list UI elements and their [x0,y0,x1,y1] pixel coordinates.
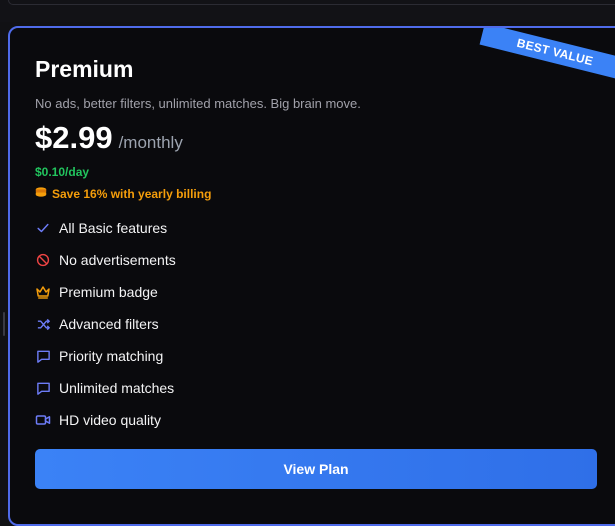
savings-note: Save 16% with yearly billing [34,185,211,202]
pricing-card-premium: BEST VALUE Premium No ads, better filter… [8,26,615,526]
feature-label: Priority matching [59,348,164,364]
feature-item-unlimited-matches: Unlimited matches [35,372,176,404]
plan-period: /monthly [118,133,183,152]
message-square-icon [35,348,51,364]
plan-price: $2.99 [35,120,113,155]
feature-item-premium-badge: Premium badge [35,276,176,308]
best-value-ribbon: BEST VALUE [479,28,615,81]
plan-tagline: No ads, better filters, unlimited matche… [35,96,361,111]
top-strip [0,0,615,22]
feature-label: No advertisements [59,252,176,268]
feature-list: All Basic features No advertisements Pre… [35,212,176,436]
feature-label: HD video quality [59,412,161,428]
shuffle-icon [35,316,51,332]
no-ads-icon [35,252,51,268]
plan-title: Premium [35,56,134,82]
feature-item-no-ads: No advertisements [35,244,176,276]
message-square-icon [35,380,51,396]
crown-icon [35,284,51,300]
feature-item-priority-matching: Priority matching [35,340,176,372]
per-day-price: $0.10/day [35,165,90,179]
video-icon [35,412,51,428]
feature-label: Premium badge [59,284,158,300]
feature-item-all-basic: All Basic features [35,212,176,244]
coins-icon [34,185,52,202]
view-plan-button[interactable]: View Plan [35,449,597,489]
price-row: $2.99 /monthly [35,120,183,156]
feature-label: Unlimited matches [59,380,175,396]
previous-card-edge [8,0,615,5]
feature-label: Advanced filters [59,316,159,332]
feature-item-advanced-filters: Advanced filters [35,308,176,340]
feature-label: All Basic features [59,220,168,236]
feature-item-hd-video: HD video quality [35,404,176,436]
resize-handle[interactable] [3,312,5,336]
check-icon [35,220,51,236]
savings-text: Save 16% with yearly billing [52,186,212,201]
